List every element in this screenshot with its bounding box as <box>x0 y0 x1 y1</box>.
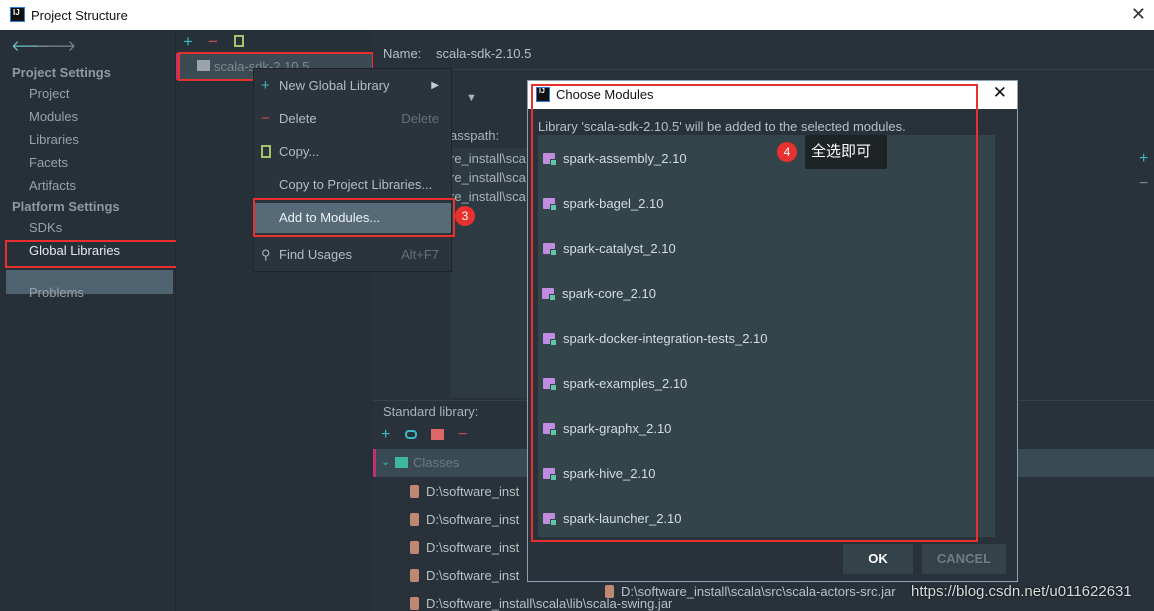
sidebar-item-modules[interactable]: Modules <box>29 109 78 124</box>
classpath-row[interactable]: re_install\sca <box>450 170 526 185</box>
window-title: Project Structure <box>31 8 128 23</box>
menu-item-find-usages[interactable]: ⚲ Find Usages Alt+F7 <box>254 240 451 270</box>
annotation-box-4 <box>531 84 978 542</box>
name-label: Name: <box>383 46 422 61</box>
sidebar-item-facets[interactable]: Facets <box>29 155 68 170</box>
jar-icon <box>410 485 419 498</box>
class-path-item[interactable]: D:\software_inst <box>410 568 519 583</box>
class-path-item-actors-src[interactable]: D:\software_install\scala\src\scala-acto… <box>605 584 896 599</box>
menu-item-copy[interactable]: Copy... <box>254 137 451 167</box>
jar-icon <box>410 513 419 526</box>
forward-arrow-icon[interactable]: 🡒 <box>36 36 76 55</box>
sidebar: 🡐 🡒 Project Settings Project Modules Lib… <box>0 30 185 611</box>
sidebar-item-libraries[interactable]: Libraries <box>29 132 79 147</box>
annotation-tooltip: 全选即可 <box>805 135 887 169</box>
menu-item-copy-to-project-libraries[interactable]: Copy to Project Libraries... <box>254 170 451 200</box>
ok-button[interactable]: OK <box>843 544 913 574</box>
jar-icon <box>410 541 419 554</box>
jar-icon <box>605 585 614 598</box>
classes-folder-icon <box>395 457 408 468</box>
dropdown-arrow-icon[interactable]: ▼ <box>466 92 477 104</box>
jar-icon <box>410 597 419 610</box>
jar-icon <box>410 569 419 582</box>
class-path-item[interactable]: D:\software_inst <box>410 484 519 499</box>
class-path-item[interactable]: D:\software_inst <box>410 512 519 527</box>
classpath-row[interactable]: re_install\sca <box>450 151 526 166</box>
name-field[interactable]: scala-sdk-2.10.5 <box>436 46 531 61</box>
annotation-box-3 <box>253 198 455 237</box>
classpath-label: asspath: <box>450 128 500 143</box>
remove-classpath-icon[interactable]: − <box>1139 175 1148 193</box>
menu-item-delete[interactable]: − Delete Delete <box>254 104 451 134</box>
class-path-item[interactable]: D:\software_inst <box>410 540 519 555</box>
menu-item-new-global-library[interactable]: + New Global Library ▶ <box>254 71 451 101</box>
plus-icon: + <box>261 77 270 94</box>
remove-icon[interactable]: − <box>208 32 218 52</box>
annotation-box-1 <box>5 240 185 268</box>
add-classpath-icon[interactable]: + <box>1139 150 1148 168</box>
remove-root-icon[interactable]: − <box>458 426 467 444</box>
sidebar-item-sdks[interactable]: SDKs <box>29 220 62 235</box>
attach-link-icon[interactable] <box>405 430 417 439</box>
annotation-badge-3: 3 <box>455 206 475 226</box>
title-bar: IJ Project Structure ✕ <box>0 0 1154 30</box>
sidebar-item-artifacts[interactable]: Artifacts <box>29 178 76 193</box>
copy-icon[interactable] <box>234 35 244 47</box>
sidebar-item-project[interactable]: Project <box>29 86 69 101</box>
sidebar-item-problems[interactable]: Problems <box>29 285 84 300</box>
annotation-badge-4: 4 <box>777 142 797 162</box>
add-root-icon[interactable]: + <box>381 426 390 444</box>
expand-chevron-icon[interactable]: ⌄ <box>381 455 390 468</box>
dialog-close-button[interactable]: ✕ <box>993 83 1007 103</box>
standard-library-label: Standard library: <box>383 404 479 419</box>
minus-icon: − <box>261 110 270 127</box>
cancel-button[interactable]: CANCEL <box>922 544 1006 574</box>
search-icon: ⚲ <box>261 247 271 262</box>
add-icon[interactable]: + <box>183 32 193 52</box>
context-menu: + New Global Library ▶ − Delete Delete Copy.… <box>253 68 452 272</box>
intellij-logo-icon: IJ <box>10 7 25 22</box>
close-window-button[interactable]: ✕ <box>1131 4 1146 25</box>
project-settings-header: Project Settings <box>12 65 111 80</box>
classpath-row[interactable]: re_install\sca <box>450 189 526 204</box>
platform-settings-header: Platform Settings <box>12 199 120 214</box>
watermark: https://blog.csdn.net/u011622631 <box>911 583 1132 600</box>
submenu-arrow-icon: ▶ <box>431 80 439 91</box>
add-folder-icon[interactable] <box>431 429 444 440</box>
copy-icon <box>261 145 271 158</box>
